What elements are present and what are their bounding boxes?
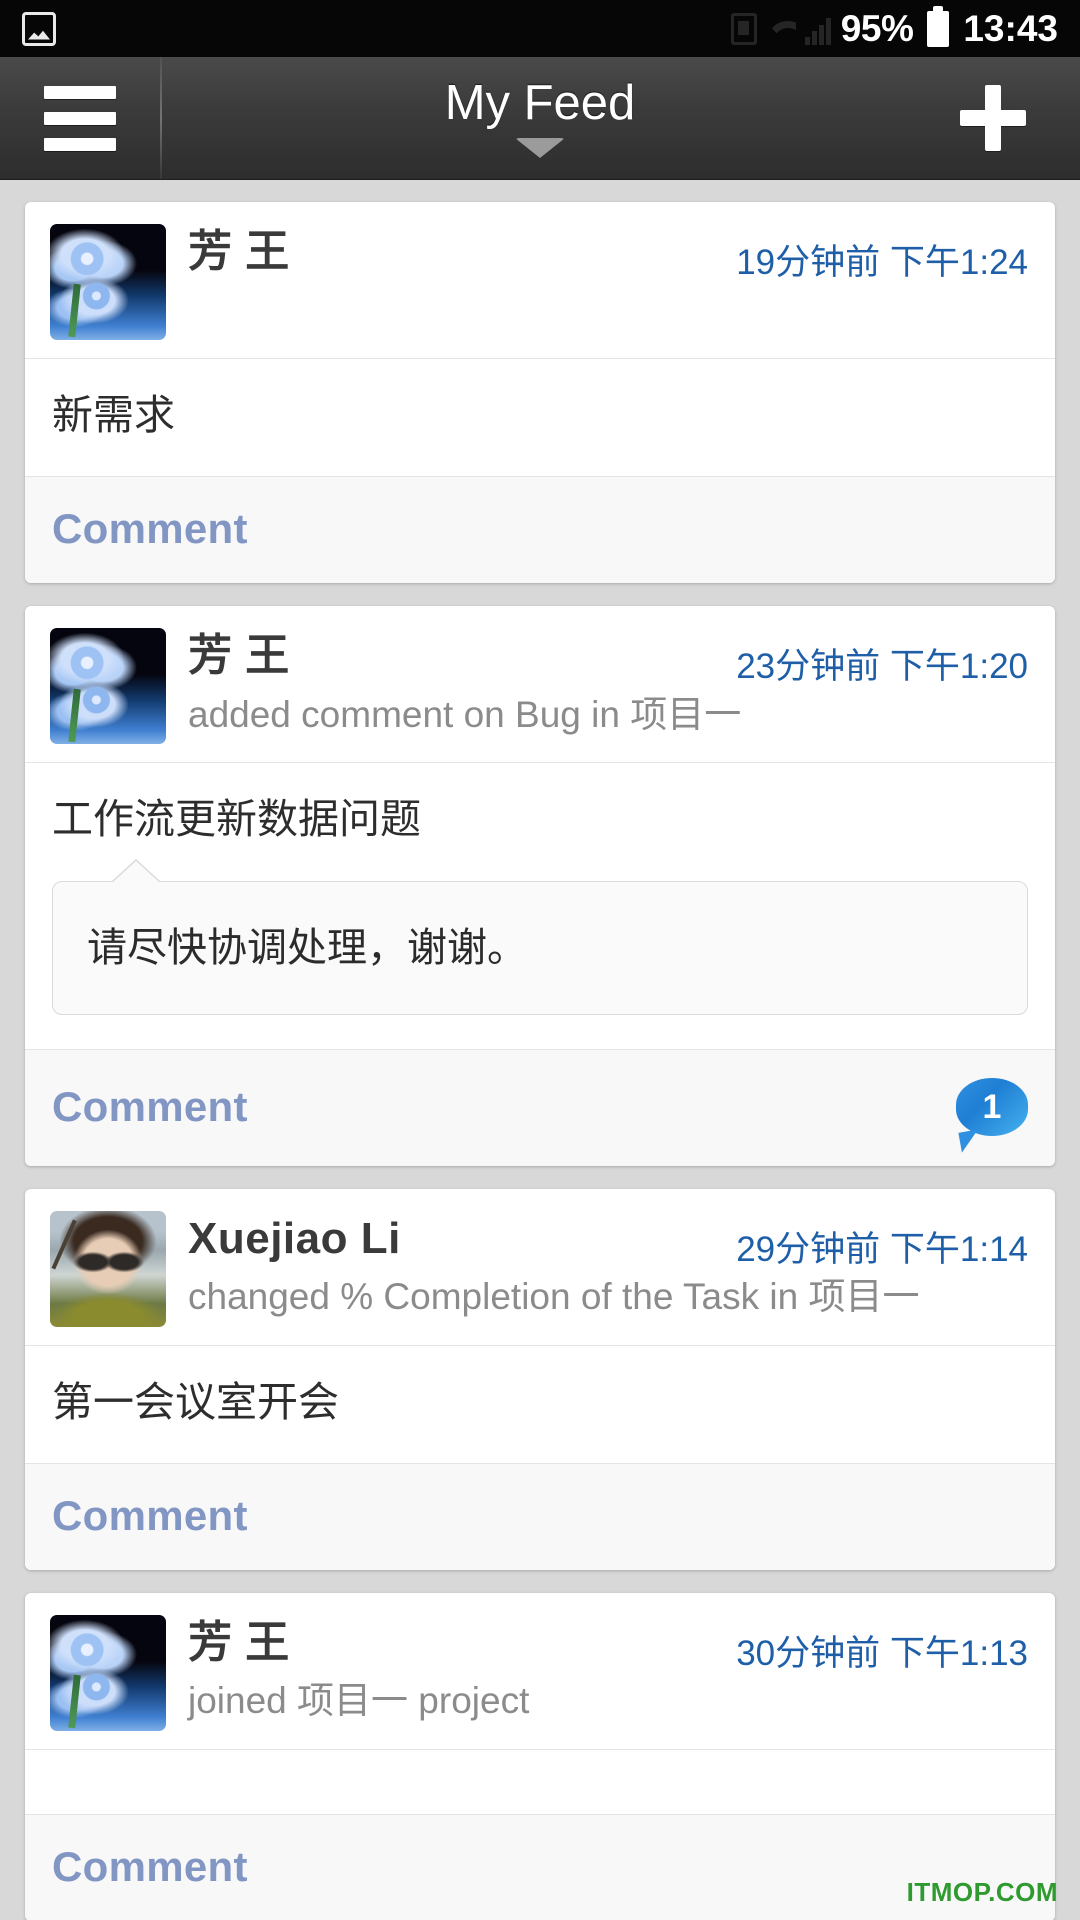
page-title[interactable]: My Feed: [445, 78, 636, 128]
feed-card[interactable]: 芳 王 19分钟前 下午1:24 新需求 Comment: [25, 202, 1055, 584]
signal-bars-icon: [804, 17, 831, 45]
comment-count-badge-icon[interactable]: 1: [956, 1077, 1028, 1136]
comment-bubble: 请尽快协调处理，谢谢。: [52, 858, 1028, 1015]
card-footer: Comment: [25, 1462, 1055, 1570]
hamburger-menu-icon[interactable]: [0, 57, 160, 179]
status-bar-clock: 13:43: [963, 7, 1058, 49]
comment-bubble-text: 请尽快协调处理，谢谢。: [87, 925, 527, 970]
plus-icon[interactable]: [960, 85, 1026, 151]
activity-subtitle: added comment on Bug in 项目一: [188, 693, 742, 735]
activity-subtitle: changed % Completion of the Task in 项目一: [188, 1276, 920, 1318]
status-bar-left: [22, 11, 56, 46]
feed-card[interactable]: 芳 王 added comment on Bug in 项目一 23分钟前 下午…: [25, 606, 1055, 1166]
card-footer: Comment 1: [25, 1048, 1055, 1166]
sim-card-icon: [730, 12, 757, 45]
status-indicators: [730, 12, 831, 45]
comment-button[interactable]: Comment: [52, 1492, 248, 1540]
timestamp: 19分钟前 下午1:24: [736, 243, 1028, 282]
avatar[interactable]: [50, 628, 166, 745]
card-body-title[interactable]: 新需求: [52, 389, 1028, 442]
feed-card[interactable]: 芳 王 joined 项目一 project 30分钟前 下午1:13 Comm…: [25, 1592, 1055, 1920]
feed-list[interactable]: 芳 王 19分钟前 下午1:24 新需求 Comment 芳 王 added c…: [0, 180, 1080, 1920]
timestamp: 29分钟前 下午1:14: [736, 1229, 1028, 1269]
battery-percent: 95%: [840, 7, 914, 49]
activity-subtitle: joined 项目一 project: [188, 1680, 530, 1722]
avatar[interactable]: [50, 224, 166, 340]
timestamp: 30分钟前 下午1:13: [736, 1633, 1028, 1673]
app-bar: My Feed: [0, 57, 1080, 180]
battery-icon: [927, 5, 950, 47]
card-body-title[interactable]: 工作流更新数据问题: [52, 793, 1028, 846]
card-body: 新需求: [25, 359, 1055, 477]
card-header: 芳 王 19分钟前 下午1:24: [25, 202, 1055, 359]
status-bar-right: 95% 13:43: [730, 5, 1058, 50]
card-footer: Comment: [25, 1813, 1055, 1920]
card-body: [25, 1749, 1055, 1814]
avatar[interactable]: [50, 1614, 166, 1731]
avatar[interactable]: [50, 1210, 166, 1327]
comment-button[interactable]: Comment: [52, 505, 248, 553]
status-bar: 95% 13:43: [0, 0, 1080, 57]
card-header: 芳 王 joined 项目一 project 30分钟前 下午1:13: [25, 1593, 1055, 1750]
comment-button[interactable]: Comment: [52, 1843, 248, 1891]
comment-count: 1: [982, 1087, 1002, 1126]
card-header: Xuejiao Li changed % Completion of the T…: [25, 1189, 1055, 1346]
site-watermark: ITMOP.COM: [906, 1877, 1058, 1907]
card-body: 第一会议室开会: [25, 1345, 1055, 1463]
app-bar-title-group: My Feed: [0, 57, 1080, 179]
wifi-icon: [766, 21, 796, 45]
comment-button[interactable]: Comment: [52, 1083, 248, 1131]
card-body-title[interactable]: 第一会议室开会: [52, 1376, 1028, 1429]
feed-card[interactable]: Xuejiao Li changed % Completion of the T…: [25, 1188, 1055, 1570]
card-body: 工作流更新数据问题 请尽快协调处理，谢谢。: [25, 763, 1055, 1049]
card-footer: Comment: [25, 476, 1055, 584]
card-header: 芳 王 added comment on Bug in 项目一 23分钟前 下午…: [25, 606, 1055, 764]
chevron-down-icon[interactable]: [515, 137, 565, 158]
gallery-icon: [22, 11, 56, 46]
timestamp: 23分钟前 下午1:20: [736, 647, 1028, 687]
